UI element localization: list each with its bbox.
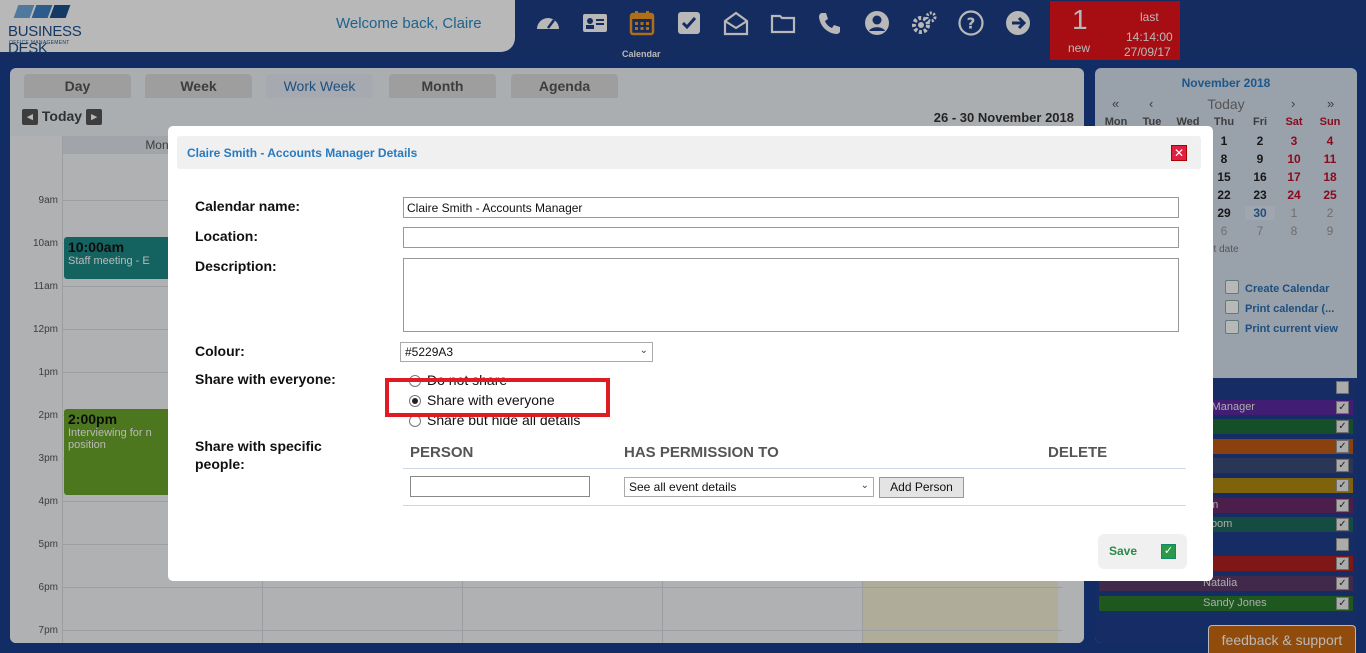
description-textarea[interactable] — [403, 258, 1179, 332]
highlight-box — [385, 378, 610, 417]
location-input[interactable] — [403, 227, 1179, 248]
save-label: Save — [1109, 544, 1138, 558]
share-specific-label: Share with specific people: — [195, 438, 322, 472]
permission-value: See all event details — [629, 480, 737, 494]
colour-label: Colour: — [195, 343, 245, 359]
save-button[interactable]: Save ✓ — [1098, 534, 1187, 569]
table-header-person: PERSON — [410, 444, 474, 461]
person-input[interactable] — [410, 476, 590, 497]
colour-select[interactable]: #5229A3 ⌄ — [400, 342, 653, 362]
add-person-button[interactable]: Add Person — [879, 477, 964, 498]
permission-select[interactable]: See all event details ⌄ — [624, 477, 874, 497]
chevron-down-icon: ⌄ — [639, 345, 648, 356]
table-header-delete: DELETE — [1048, 444, 1108, 461]
save-check-icon: ✓ — [1161, 544, 1176, 559]
chevron-down-icon: ⌄ — [860, 480, 869, 491]
calendar-details-dialog: Claire Smith - Accounts Manager Details … — [168, 126, 1213, 581]
calendar-name-label: Calendar name: — [195, 198, 301, 214]
table-header-permission: HAS PERMISSION TO — [624, 444, 779, 461]
radio-icon — [409, 415, 421, 428]
dialog-header: Claire Smith - Accounts Manager Details … — [177, 136, 1201, 169]
description-label: Description: — [195, 258, 277, 274]
close-icon[interactable]: ✕ — [1171, 145, 1187, 161]
location-label: Location: — [195, 228, 258, 244]
colour-value: #5229A3 — [405, 345, 454, 359]
dialog-title: Claire Smith - Accounts Manager Details — [187, 146, 418, 160]
share-everyone-label: Share with everyone: — [195, 371, 336, 387]
calendar-name-input[interactable] — [403, 197, 1179, 218]
